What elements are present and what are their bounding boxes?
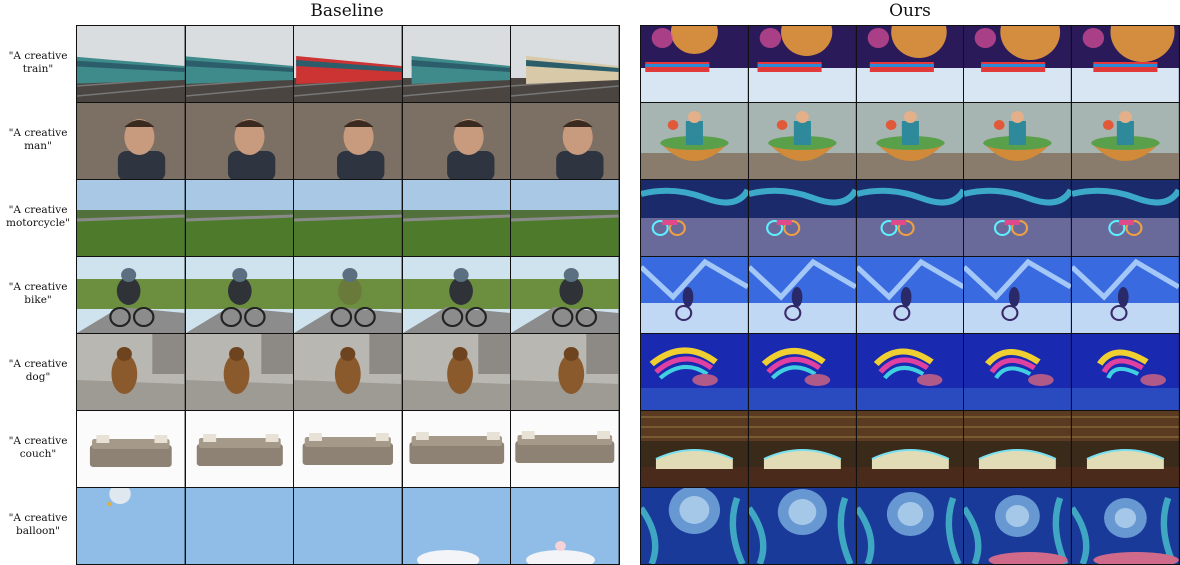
baseline-frame-train-3 [294,26,402,102]
baseline-frame-motorcycle-4 [402,180,511,256]
ours-frame-bike-2 [748,257,856,333]
ours-frame-dog-5 [1072,334,1179,410]
baseline-frame-dog-3 [294,334,402,410]
ours-frame-balloon-5 [1072,488,1179,564]
baseline-frame-couch-3 [294,411,402,487]
ours-frame-bike-4 [964,257,1072,333]
baseline-frame-bike-5 [511,257,619,333]
baseline-frame-man-4 [402,103,511,179]
row-label-motorcycle: "A creative motorcycle" [6,204,70,229]
baseline-frame-train-5 [511,26,619,102]
baseline-frame-motorcycle-1 [77,180,185,256]
ours-column-title: Ours [889,1,931,21]
ours-frame-balloon-3 [856,488,964,564]
ours-frame-train-4 [964,26,1072,102]
ours-frame-train-1 [641,26,748,102]
ours-frame-man-3 [856,103,964,179]
ours-frame-train-2 [748,26,856,102]
baseline-frame-dog-1 [77,334,185,410]
row-label-couch: "A creative couch" [8,435,68,460]
baseline-frame-man-2 [185,103,294,179]
ours-frame-grid [640,25,1180,565]
baseline-frame-couch-4 [402,411,511,487]
baseline-frame-man-3 [294,103,402,179]
baseline-frame-motorcycle-3 [294,180,402,256]
ours-frame-balloon-2 [748,488,856,564]
ours-frame-bike-1 [641,257,748,333]
row-label-bike: "A creative bike" [8,281,68,306]
baseline-frame-couch-2 [185,411,294,487]
ours-frame-couch-3 [856,411,964,487]
baseline-frame-grid [76,25,620,565]
baseline-column-title: Baseline [310,1,384,21]
baseline-frame-balloon-2 [185,488,294,564]
baseline-frame-man-1 [77,103,185,179]
ours-frame-motorcycle-2 [748,180,856,256]
ours-frame-bike-5 [1072,257,1179,333]
ours-frame-man-1 [641,103,748,179]
ours-frame-motorcycle-5 [1072,180,1179,256]
ours-frame-train-3 [856,26,964,102]
baseline-frame-balloon-5 [511,488,619,564]
ours-frame-dog-2 [748,334,856,410]
ours-frame-train-5 [1072,26,1179,102]
baseline-frame-man-5 [511,103,619,179]
row-label-train: "A creative train" [8,50,68,75]
ours-frame-man-2 [748,103,856,179]
baseline-frame-train-4 [402,26,511,102]
ours-frame-man-4 [964,103,1072,179]
row-label-man: "A creative man" [8,127,68,152]
baseline-frame-motorcycle-2 [185,180,294,256]
ours-frame-couch-5 [1072,411,1179,487]
baseline-frame-dog-4 [402,334,511,410]
ours-frame-couch-2 [748,411,856,487]
baseline-frame-balloon-4 [402,488,511,564]
ours-frame-dog-3 [856,334,964,410]
ours-frame-balloon-4 [964,488,1072,564]
ours-frame-motorcycle-4 [964,180,1072,256]
baseline-frame-motorcycle-5 [511,180,619,256]
row-label-dog: "A creative dog" [8,358,68,383]
ours-frame-balloon-1 [641,488,748,564]
baseline-frame-train-1 [77,26,185,102]
baseline-frame-bike-3 [294,257,402,333]
ours-frame-dog-1 [641,334,748,410]
baseline-frame-bike-4 [402,257,511,333]
ours-frame-bike-3 [856,257,964,333]
baseline-frame-train-2 [185,26,294,102]
baseline-frame-dog-2 [185,334,294,410]
ours-frame-couch-1 [641,411,748,487]
baseline-frame-bike-2 [185,257,294,333]
ours-frame-man-5 [1072,103,1179,179]
baseline-frame-balloon-1 [77,488,185,564]
ours-frame-dog-4 [964,334,1072,410]
ours-frame-motorcycle-1 [641,180,748,256]
baseline-frame-couch-5 [511,411,619,487]
baseline-frame-dog-5 [511,334,619,410]
baseline-frame-balloon-3 [294,488,402,564]
baseline-frame-bike-1 [77,257,185,333]
ours-frame-motorcycle-3 [856,180,964,256]
ours-frame-couch-4 [964,411,1072,487]
row-label-balloon: "A creative balloon" [8,512,68,537]
baseline-frame-couch-1 [77,411,185,487]
